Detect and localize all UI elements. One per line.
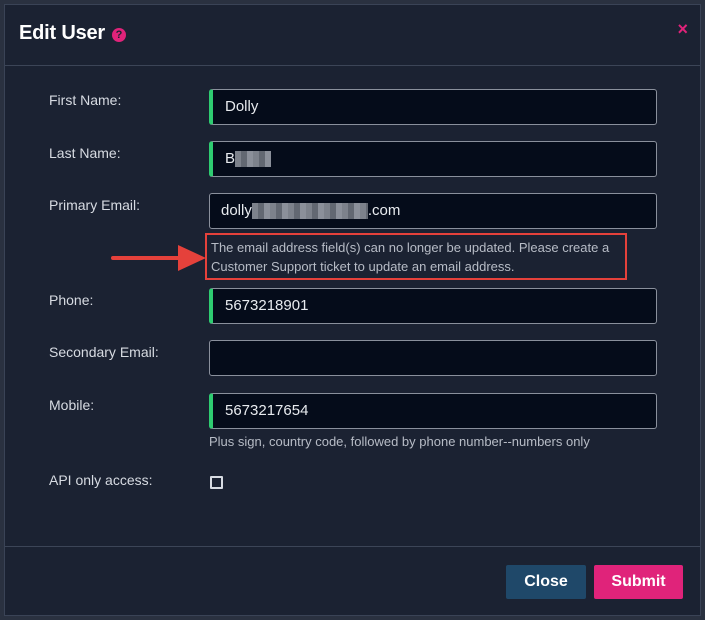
mobile-field[interactable]: 5673217654 (209, 393, 657, 429)
edit-user-dialog: Edit User ? × First Name: Dolly Last Nam… (4, 4, 701, 616)
last-name-label: Last Name: (49, 145, 121, 161)
last-name-value: B (225, 150, 236, 167)
question-circle-icon[interactable]: ? (112, 28, 126, 42)
secondary-email-label: Secondary Email: (49, 344, 159, 360)
annotation-arrow-icon (111, 245, 206, 271)
first-name-label: First Name: (49, 92, 122, 108)
dialog-header: Edit User ? × (5, 5, 700, 66)
mobile-value: 5673217654 (225, 402, 309, 419)
api-only-label: API only access: (49, 472, 153, 488)
dialog-title: Edit User (19, 22, 106, 44)
primary-email-label: Primary Email: (49, 197, 141, 213)
secondary-email-field[interactable] (209, 340, 657, 376)
redacted-block (251, 203, 368, 220)
last-name-field[interactable]: B (209, 141, 657, 177)
phone-value: 5673218901 (225, 297, 309, 314)
primary-email-suffix: .com (367, 202, 401, 219)
primary-email-field: dolly .com (209, 193, 657, 229)
submit-button[interactable]: Submit (594, 565, 683, 599)
first-name-value: Dolly (225, 98, 259, 115)
phone-label: Phone: (49, 292, 94, 308)
mobile-help-text: Plus sign, country code, followed by pho… (209, 434, 590, 449)
redacted-block (235, 151, 272, 168)
close-x-icon[interactable]: × (677, 19, 688, 40)
close-button[interactable]: Close (506, 565, 586, 599)
mobile-label: Mobile: (49, 397, 95, 413)
primary-email-prefix: dolly (221, 202, 252, 219)
first-name-field[interactable]: Dolly (209, 89, 657, 125)
email-locked-notice: The email address field(s) can no longer… (205, 233, 627, 280)
footer-divider (5, 546, 700, 547)
api-only-checkbox[interactable] (210, 476, 223, 489)
phone-field[interactable]: 5673218901 (209, 288, 657, 324)
